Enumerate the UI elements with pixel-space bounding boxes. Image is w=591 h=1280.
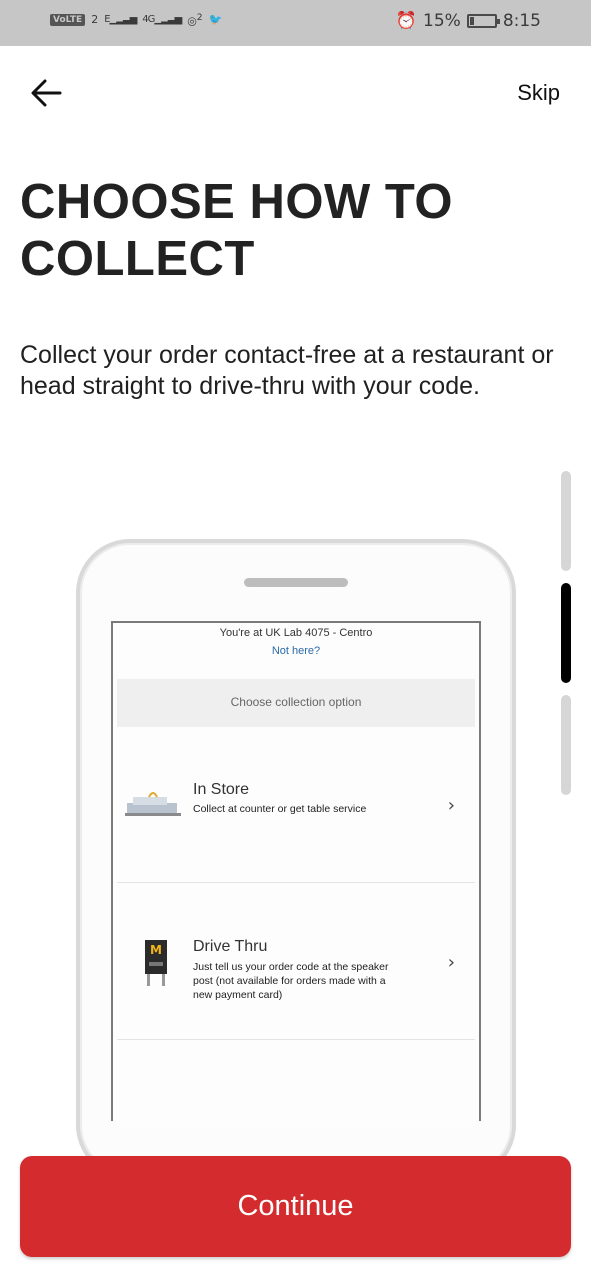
signal-4g-label: 4G [142, 14, 155, 26]
location-text: You're at UK Lab 4075 - Centro [219, 627, 373, 639]
signal-4g-icon: 4G▁▂▃▅ [142, 14, 182, 26]
option-drive-thru: M Drive Thru Just tell us your order cod… [117, 884, 475, 1040]
battery-icon [466, 14, 500, 28]
battery-percent: 15% [423, 11, 461, 31]
status-bar: VoLTE 2 E▁▂▃▅ 4G▁▂▃▅ ◎2 🐦 ⏰ 15% 8:15 [0, 0, 591, 46]
option-title: Drive Thru [193, 938, 268, 955]
page-description: Collect your order contact-free at a res… [20, 341, 554, 400]
option-subtitle: Collect at counter or get table service [193, 803, 367, 815]
hotspot-count: 2 [196, 12, 203, 23]
arrow-left-icon [31, 79, 62, 107]
scroll-track-top [561, 471, 571, 571]
alarm-icon: ⏰ [395, 11, 418, 31]
chevron-right-icon: › [447, 952, 455, 973]
option-subtitle: Just tell us your order code at the spea… [193, 961, 389, 1001]
continue-button[interactable]: Continue [20, 1156, 571, 1257]
chevron-right-icon: › [447, 795, 455, 816]
phone-screen: You're at UK Lab 4075 - Centro Not here?… [111, 621, 481, 1121]
volte-icon: VoLTE [50, 13, 86, 26]
battery-fill [469, 17, 474, 25]
option-title: In Store [193, 781, 250, 798]
svg-text:M: M [150, 943, 162, 957]
scroll-thumb[interactable] [561, 583, 571, 683]
sim-slot-label: 2 [91, 13, 99, 27]
signal-e-label: E [104, 14, 110, 26]
collect-option-bar: Choose collection option [117, 679, 475, 727]
option-in-store: In Store Collect at counter or get table… [117, 727, 475, 883]
hotspot-icon: ◎2 [187, 12, 203, 28]
signal-e-icon: E▁▂▃▅ [104, 14, 137, 26]
skip-button[interactable]: Skip [517, 80, 560, 106]
collect-option-label: Choose collection option [230, 695, 362, 709]
drive-thru-sign-icon: M [145, 940, 167, 986]
back-button[interactable] [30, 78, 62, 108]
clock: 8:15 [502, 11, 541, 31]
store-building-icon [125, 792, 181, 816]
scroll-track-bottom [561, 695, 571, 795]
not-here-link: Not here? [271, 645, 321, 657]
phone-speaker [244, 578, 348, 587]
page-title: CHOOSE HOW TO COLLECT [20, 175, 454, 286]
twitter-icon: 🐦 [208, 13, 223, 27]
status-right: ⏰ 15% 8:15 [396, 11, 541, 31]
status-left: VoLTE 2 E▁▂▃▅ 4G▁▂▃▅ ◎2 🐦 [50, 12, 222, 28]
